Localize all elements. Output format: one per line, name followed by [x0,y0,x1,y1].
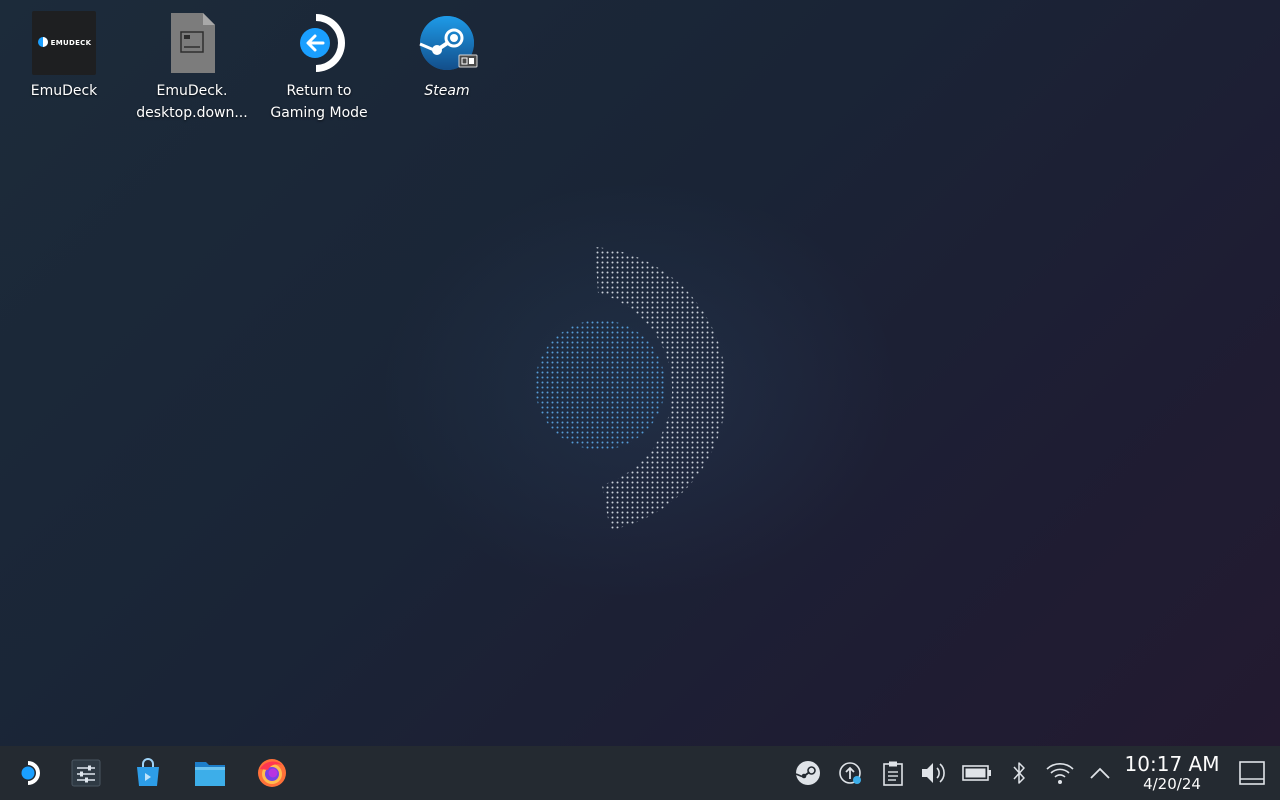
clock-time: 10:17 AM [1124,752,1220,776]
desktop-icon-label: EmuDeck. desktop.down... [136,83,248,121]
desktop-icon-label: Steam [424,83,470,99]
steamos-start-icon[interactable] [10,746,48,800]
desktop-icon-label: Return to Gaming Mode [270,83,368,121]
steam-icon [414,10,480,76]
discover-store-icon[interactable] [128,746,168,800]
return-arrow-icon [286,10,352,76]
emudeck-app-icon: EMUDECK [31,10,97,76]
clock-date: 4/20/24 [1143,775,1201,793]
emudeck-logo-text: EMUDECK [50,39,92,47]
bluetooth-icon[interactable] [1001,746,1037,800]
desktop-icon-emudeck-desktop-download[interactable]: EmuDeck. desktop.down... [130,10,254,124]
wifi-icon[interactable] [1042,746,1078,800]
chevron-up-icon[interactable] [1082,746,1118,800]
desktop-icon-label: EmuDeck [30,83,98,99]
clock[interactable]: 10:17 AM 4/20/24 [1120,753,1224,793]
desktop-icon-steam[interactable]: Steam [385,10,509,102]
update-tray-icon[interactable] [833,746,869,800]
file-icon [159,10,225,76]
show-desktop-icon[interactable] [1234,746,1270,800]
desktop-icon-return-to-gaming-mode[interactable]: Return to Gaming Mode [257,10,381,124]
steam-tray-icon[interactable] [790,746,826,800]
firefox-icon[interactable] [252,746,292,800]
battery-icon[interactable] [959,746,995,800]
desktop-icon-emudeck[interactable]: EMUDECK EmuDeck [2,10,126,102]
steamos-wallpaper-logo [520,235,750,545]
volume-icon[interactable] [916,746,952,800]
clipboard-icon[interactable] [875,746,911,800]
taskbar: 10:17 AM 4/20/24 [0,746,1280,800]
desktop[interactable]: EMUDECK EmuDeck EmuDeck. desktop.down... [0,0,1280,746]
dolphin-file-manager-icon[interactable] [190,746,230,800]
system-settings-icon[interactable] [66,746,106,800]
